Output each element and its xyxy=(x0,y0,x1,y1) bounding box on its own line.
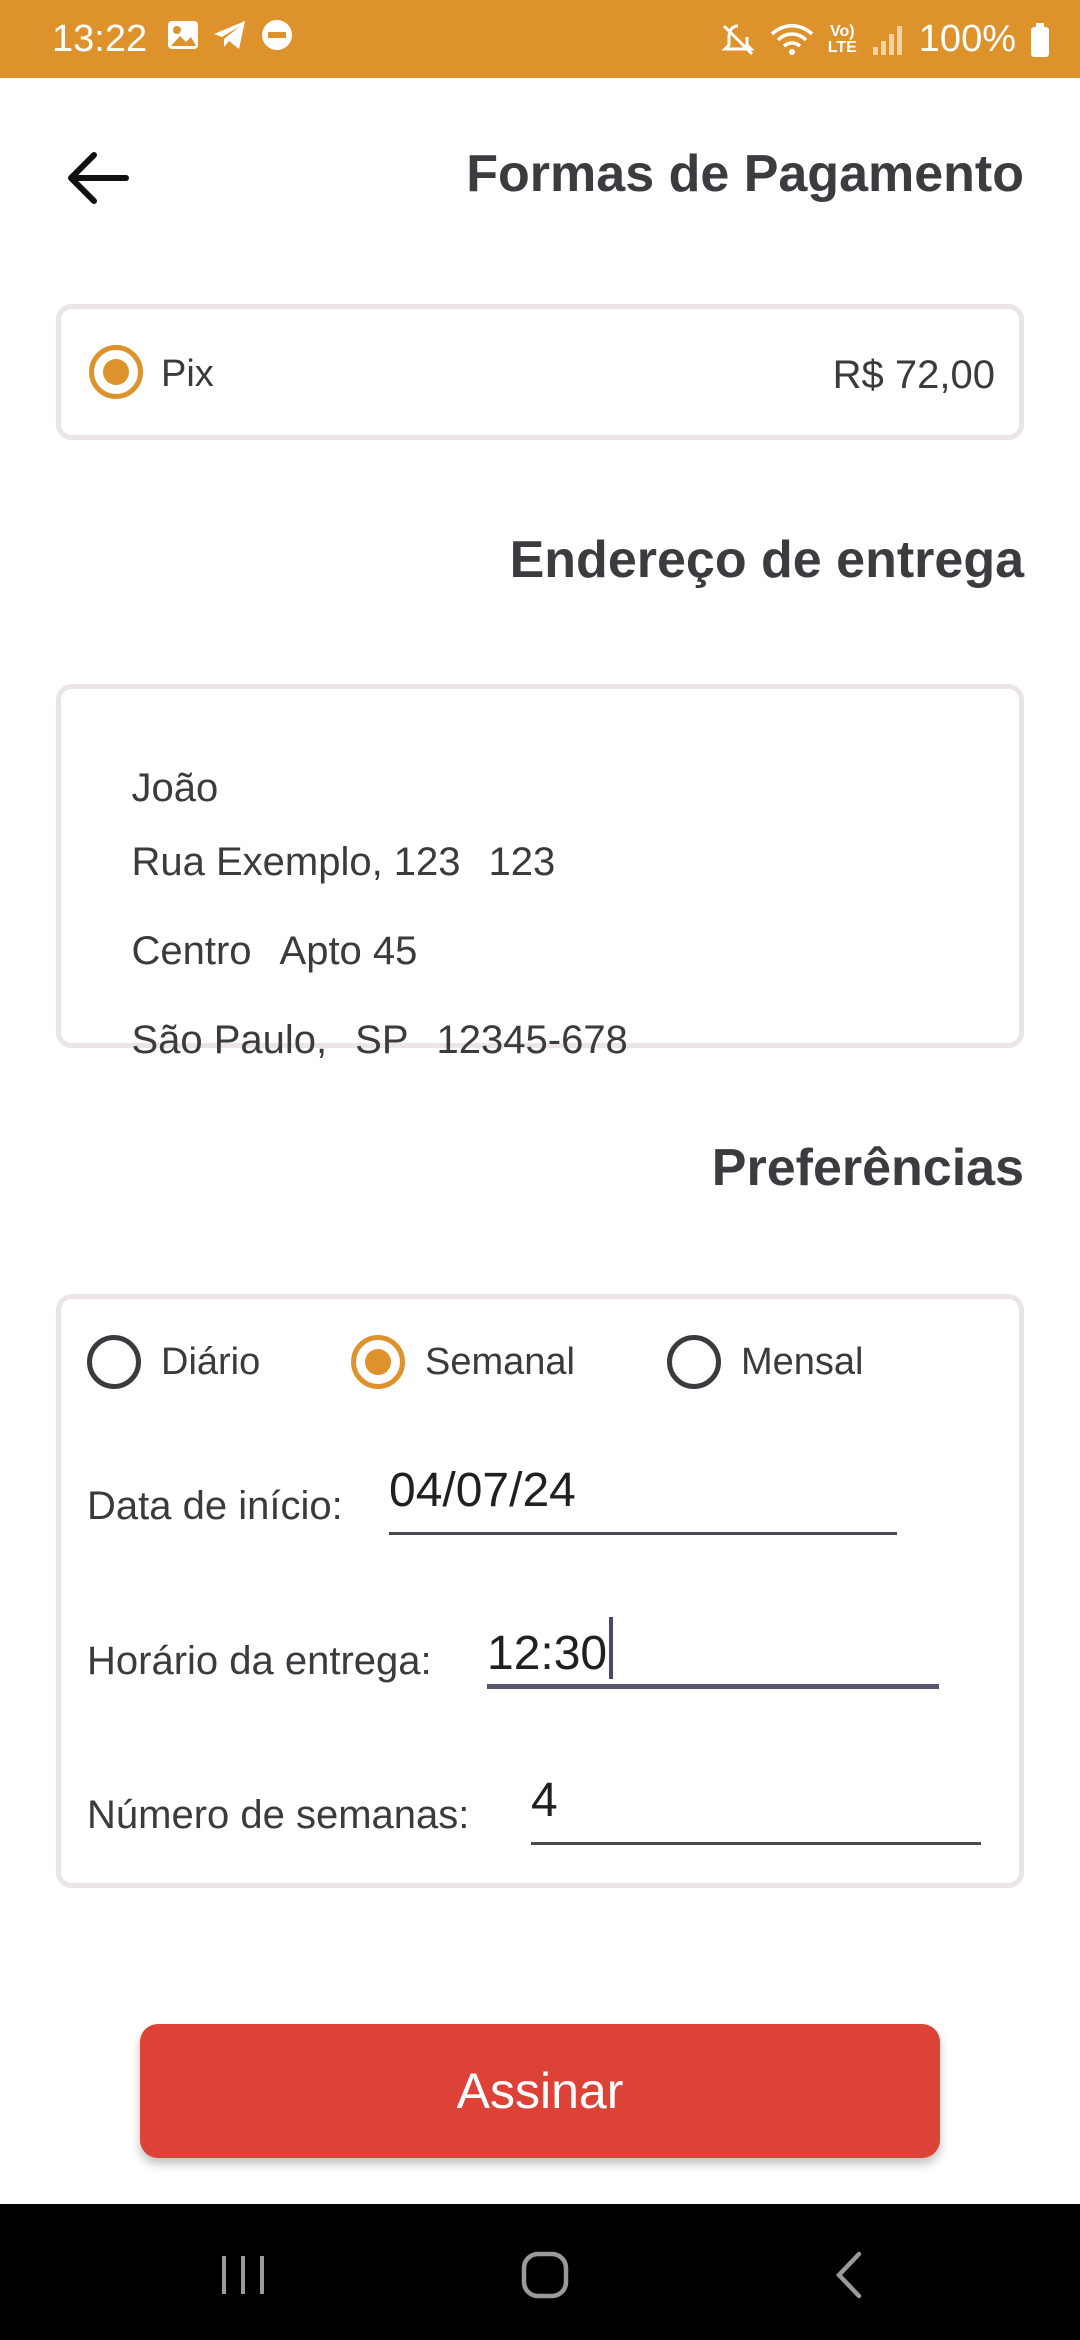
payment-price: R$ 72,00 xyxy=(832,353,995,397)
delivery-time-input[interactable]: 12:30 xyxy=(487,1617,939,1689)
frequency-label: Semanal xyxy=(425,1340,575,1383)
start-date-value: 04/07/24 xyxy=(389,1464,576,1517)
start-date-label: Data de início: xyxy=(87,1484,343,1528)
battery-text: 100% xyxy=(918,18,1016,60)
start-date-input[interactable]: 04/07/24 xyxy=(389,1463,897,1535)
payment-method-label: Pix xyxy=(161,353,214,395)
volte-icon: Vo) LTE xyxy=(827,22,857,56)
home-icon xyxy=(521,2251,569,2299)
weeks-value: 4 xyxy=(531,1774,558,1827)
delivery-time-value: 12:30 xyxy=(487,1627,608,1680)
frequency-radio-semanal[interactable] xyxy=(351,1335,405,1389)
arrow-left-icon xyxy=(68,152,129,204)
preferences-section-title: Preferências xyxy=(711,1139,1024,1197)
page-title: Formas de Pagamento xyxy=(466,145,1024,203)
address-state: SP xyxy=(355,1018,409,1062)
address-number: 123 xyxy=(488,840,556,884)
address-city: São Paulo, xyxy=(131,1018,328,1062)
address-district: Centro xyxy=(131,929,252,973)
payment-radio[interactable] xyxy=(89,345,143,399)
address-complement: Apto 45 xyxy=(279,929,418,973)
frequency-option-semanal[interactable]: Semanal xyxy=(351,1335,575,1389)
mute-icon xyxy=(720,22,756,58)
signal-icon xyxy=(871,23,905,57)
home-button[interactable] xyxy=(510,2240,580,2310)
app-header: Formas de Pagamento xyxy=(0,78,1080,278)
frequency-radio-diario[interactable] xyxy=(87,1335,141,1389)
recent-apps-button[interactable] xyxy=(208,2240,278,2310)
weeks-label: Número de semanas: xyxy=(87,1793,470,1837)
frequency-radio-mensal[interactable] xyxy=(667,1335,721,1389)
frequency-option-mensal[interactable]: Mensal xyxy=(667,1335,864,1389)
battery-icon xyxy=(1030,22,1050,58)
address-card: João Rua Exemplo, 123 123 Centro Apto 45 S… xyxy=(56,684,1024,1062)
preferences-card: Diário Semanal Mensal Data de início: 04… xyxy=(56,1294,1024,1888)
status-time: 13:22 xyxy=(52,18,148,60)
frequency-option-diario[interactable]: Diário xyxy=(87,1335,260,1389)
delivery-time-label: Horário da entrega: xyxy=(87,1639,432,1683)
payment-option-card[interactable]: Pix R$ 72,00 xyxy=(56,304,1024,440)
back-button[interactable] xyxy=(58,138,138,218)
weeks-input[interactable]: 4 xyxy=(531,1773,981,1845)
system-back-button[interactable] xyxy=(814,2240,884,2310)
frequency-label: Diário xyxy=(161,1340,261,1383)
status-bar: 13:22 Vo) LTE 100% xyxy=(0,0,1080,78)
chevron-left-icon xyxy=(835,2251,862,2299)
subscribe-button[interactable]: Assinar xyxy=(140,2024,940,2158)
image-icon xyxy=(166,18,200,52)
dnd-icon xyxy=(260,18,294,52)
frequency-label: Mensal xyxy=(741,1340,864,1383)
address-zip: 12345-678 xyxy=(436,1018,628,1062)
text-cursor xyxy=(609,1617,614,1679)
address-city-line: São Paulo, SP 12345-678 xyxy=(87,973,656,1108)
address-street: Rua Exemplo, 123 xyxy=(131,840,461,884)
system-nav-bar xyxy=(0,2204,1080,2340)
recent-apps-icon xyxy=(222,2256,264,2294)
telegram-icon xyxy=(212,18,248,52)
address-section-title: Endereço de entrega xyxy=(509,531,1024,589)
wifi-icon xyxy=(770,22,814,58)
